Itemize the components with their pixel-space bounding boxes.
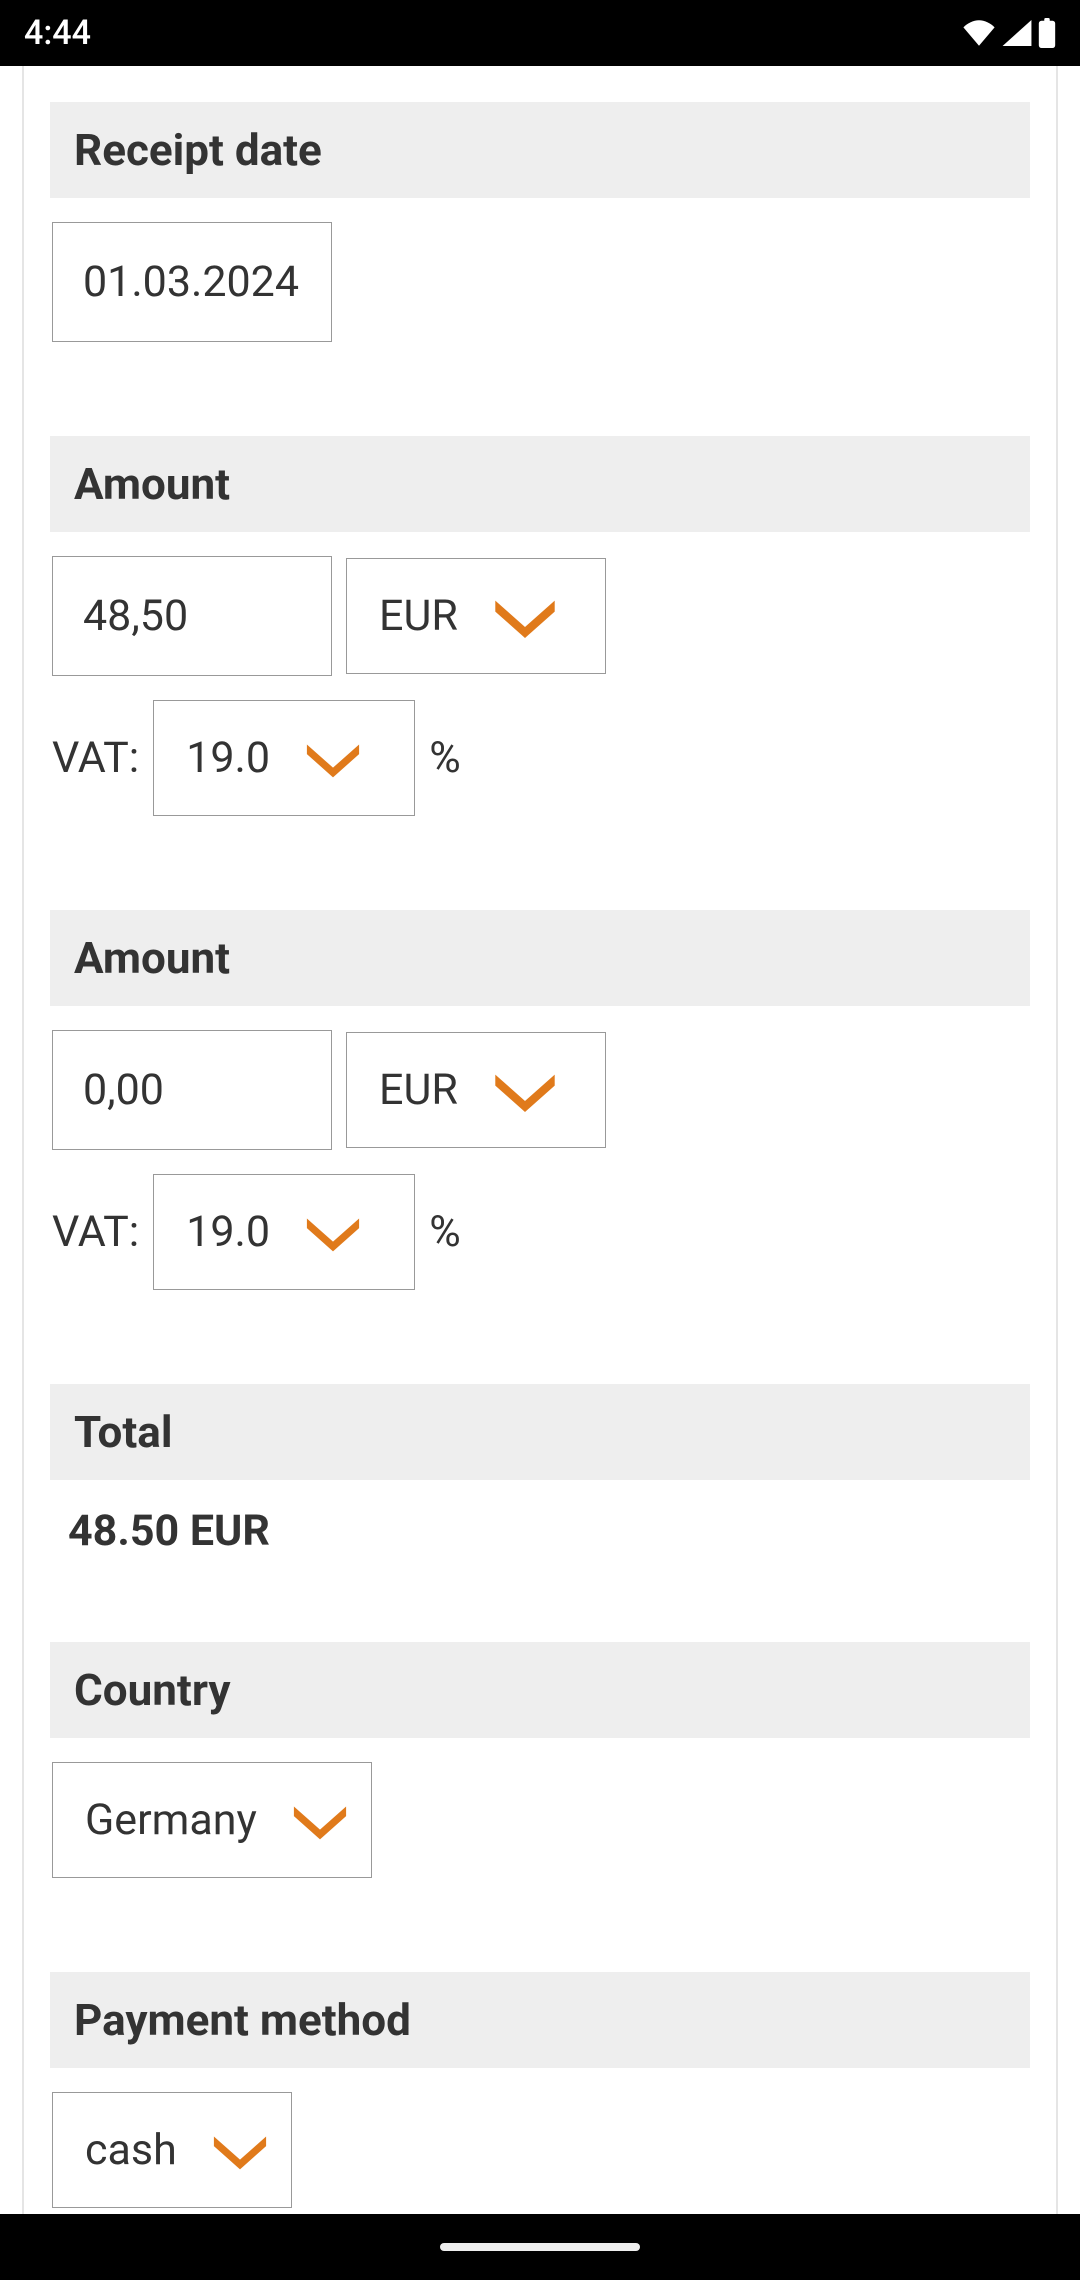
section-header-payment: Payment method: [50, 1972, 1030, 2068]
country-row: Germany: [50, 1762, 1030, 1878]
wifi-icon: [962, 20, 996, 46]
percent-label-2: %: [429, 1207, 461, 1257]
chevron-down-icon: [211, 2130, 269, 2170]
total-value: 48.50 EUR: [50, 1480, 1030, 1566]
amount1-currency-dropdown[interactable]: EUR: [346, 558, 606, 674]
receipt-date-value: 01.03.2024: [83, 257, 299, 307]
amount1-currency-value: EUR: [379, 591, 458, 641]
payment-method-dropdown[interactable]: cash: [52, 2092, 292, 2208]
amount1-vat-row: VAT: 19.0 %: [50, 700, 1030, 816]
status-bar: 4:44: [0, 0, 1080, 66]
amount1-vat-value: 19.0: [186, 733, 270, 783]
chevron-down-icon: [492, 593, 558, 639]
amount2-input[interactable]: 0,00: [52, 1030, 332, 1150]
receipt-date-row: 01.03.2024: [50, 222, 1030, 342]
battery-icon: [1038, 18, 1056, 48]
section-header-amount-2: Amount: [50, 910, 1030, 1006]
chevron-down-icon: [291, 1800, 349, 1840]
amount2-value-row: 0,00 EUR: [50, 1030, 1030, 1150]
status-time: 4:44: [24, 13, 91, 53]
chevron-down-icon: [304, 1212, 362, 1252]
amount1-input[interactable]: 48,50: [52, 556, 332, 676]
chevron-down-icon: [492, 1067, 558, 1113]
navigation-bar: [0, 2214, 1080, 2280]
amount1-value: 48,50: [83, 591, 188, 641]
payment-row: cash: [50, 2092, 1030, 2208]
payment-method-value: cash: [85, 2125, 177, 2175]
amount2-currency-dropdown[interactable]: EUR: [346, 1032, 606, 1148]
status-icons: [962, 18, 1056, 48]
country-dropdown[interactable]: Germany: [52, 1762, 372, 1878]
section-header-country: Country: [50, 1642, 1030, 1738]
receipt-date-input[interactable]: 01.03.2024: [52, 222, 332, 342]
amount1-value-row: 48,50 EUR: [50, 556, 1030, 676]
form-card: Receipt date 01.03.2024 Amount 48,50 EUR…: [22, 66, 1058, 2214]
amount2-vat-value: 19.0: [186, 1207, 270, 1257]
amount2-vat-dropdown[interactable]: 19.0: [153, 1174, 415, 1290]
amount1-vat-dropdown[interactable]: 19.0: [153, 700, 415, 816]
signal-icon: [1002, 20, 1032, 46]
amount2-vat-row: VAT: 19.0 %: [50, 1174, 1030, 1290]
home-indicator[interactable]: [440, 2243, 640, 2251]
chevron-down-icon: [304, 738, 362, 778]
vat-label-2: VAT:: [52, 1207, 139, 1257]
content-area: Receipt date 01.03.2024 Amount 48,50 EUR…: [0, 66, 1080, 2214]
amount2-value: 0,00: [83, 1065, 164, 1115]
percent-label-1: %: [429, 733, 461, 783]
section-header-receipt-date: Receipt date: [50, 102, 1030, 198]
vat-label-1: VAT:: [52, 733, 139, 783]
amount2-currency-value: EUR: [379, 1065, 458, 1115]
section-header-total: Total: [50, 1384, 1030, 1480]
country-value: Germany: [85, 1795, 257, 1845]
section-header-amount-1: Amount: [50, 436, 1030, 532]
